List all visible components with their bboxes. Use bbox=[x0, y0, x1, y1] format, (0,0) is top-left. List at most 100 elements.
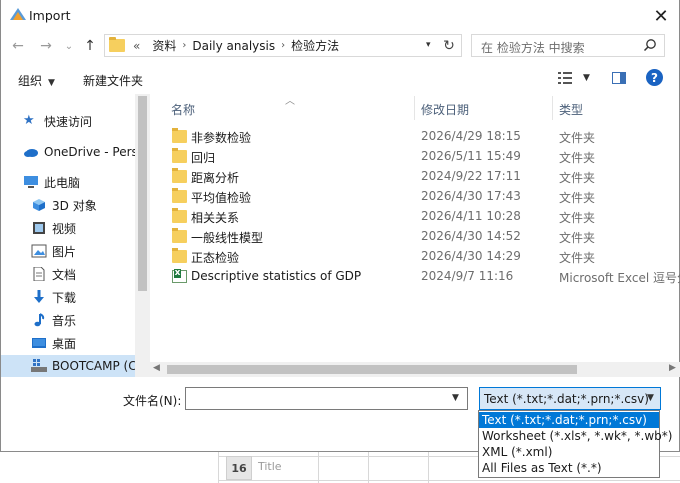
file-name: Descriptive statistics of GDP bbox=[191, 269, 362, 283]
file-name: 非参数检验 bbox=[191, 131, 252, 145]
file-name: 一般线性模型 bbox=[191, 231, 264, 245]
3d-objects-icon bbox=[33, 199, 45, 211]
file-date: 2026/4/30 14:29 bbox=[421, 249, 521, 263]
column-divider[interactable] bbox=[414, 96, 415, 120]
sidebar-item-label: 下载 bbox=[52, 290, 77, 305]
file-type-option[interactable]: All Files as Text (*.*) bbox=[479, 460, 659, 476]
sidebar-item-label: 此电脑 bbox=[44, 175, 81, 190]
sheet-row-number[interactable]: 16 bbox=[226, 456, 252, 480]
up-button[interactable]: ↑ bbox=[81, 37, 99, 55]
address-dropdown-icon[interactable]: ▾ bbox=[426, 40, 431, 50]
folder-icon bbox=[172, 168, 187, 183]
file-name: 回归 bbox=[191, 151, 216, 165]
sidebar-item-pictures[interactable]: 图片 bbox=[31, 240, 76, 262]
view-dropdown-icon[interactable]: ▼ bbox=[583, 73, 590, 83]
file-type-option[interactable]: Worksheet (*.xls*, *.wk*, *.wb*) bbox=[479, 428, 672, 444]
sidebar-item-label: 视频 bbox=[52, 221, 77, 236]
sidebar-item-label: 文档 bbox=[52, 267, 77, 282]
pictures-icon bbox=[31, 244, 47, 258]
column-divider[interactable] bbox=[552, 96, 553, 120]
sidebar-item-quick-access[interactable]: ★ 快速访问 bbox=[23, 110, 92, 132]
breadcrumb-item[interactable]: 资料 bbox=[152, 37, 176, 54]
column-header-date[interactable]: 修改日期 bbox=[421, 101, 469, 118]
search-box[interactable]: 在 检验方法 中搜索 bbox=[471, 34, 665, 57]
sidebar-item-label: OneDrive - Perso bbox=[44, 145, 146, 159]
sidebar-item-this-pc[interactable]: 此电脑 bbox=[23, 171, 80, 193]
close-icon: ✕ bbox=[653, 5, 669, 27]
sidebar-item-desktop[interactable]: 桌面 bbox=[31, 332, 76, 354]
breadcrumb-overflow[interactable]: « bbox=[133, 39, 140, 53]
file-name: 相关关系 bbox=[191, 211, 240, 225]
filename-input[interactable] bbox=[185, 387, 468, 410]
file-type: Microsoft Excel 逗号分 bbox=[559, 271, 680, 285]
file-date: 2026/4/30 17:43 bbox=[421, 189, 521, 203]
sidebar-item-label: 桌面 bbox=[52, 336, 77, 351]
file-row[interactable]: 正态检验 2026/4/30 14:29 文件夹 bbox=[166, 247, 680, 267]
sidebar-item-label: 音乐 bbox=[52, 313, 77, 328]
sheet-gridline bbox=[218, 480, 680, 481]
up-arrow-icon: ↑ bbox=[84, 38, 96, 54]
sidebar-item-music[interactable]: 音乐 bbox=[31, 309, 76, 331]
sidebar-item-onedrive[interactable]: OneDrive - Perso bbox=[23, 141, 145, 163]
file-row[interactable]: 距离分析 2024/9/22 17:11 文件夹 bbox=[166, 167, 680, 187]
search-input[interactable]: 在 检验方法 中搜索 bbox=[481, 39, 585, 56]
file-type-option[interactable]: Text (*.txt;*.dat;*.prn;*.csv) bbox=[479, 412, 659, 428]
file-type: 文件夹 bbox=[559, 231, 596, 245]
breadcrumb-item[interactable]: Daily analysis bbox=[192, 39, 275, 53]
sort-ascending-icon: ︿ bbox=[285, 96, 295, 107]
sidebar-item-videos[interactable]: 视频 bbox=[31, 217, 76, 239]
preview-pane-icon[interactable] bbox=[612, 72, 626, 84]
dialog-title: Import bbox=[29, 8, 71, 23]
file-row[interactable]: Descriptive statistics of GDP 2024/9/7 1… bbox=[166, 267, 680, 287]
scroll-left-icon[interactable]: ◀ bbox=[153, 363, 160, 373]
sidebar-item-documents[interactable]: 文档 bbox=[31, 263, 76, 285]
file-row[interactable]: 相关关系 2026/4/11 10:28 文件夹 bbox=[166, 207, 680, 227]
file-type-option[interactable]: XML (*.xml) bbox=[479, 444, 659, 460]
quick-access-pin-icon: ★ bbox=[23, 113, 35, 128]
file-type-select[interactable]: Text (*.txt;*.dat;*.prn;*.csv) bbox=[479, 387, 661, 410]
sidebar-item-bootcamp[interactable]: BOOTCAMP (C bbox=[1, 355, 137, 377]
documents-icon bbox=[33, 267, 45, 281]
close-button[interactable]: ✕ bbox=[646, 3, 676, 29]
new-folder-button[interactable]: 新建文件夹 bbox=[83, 72, 143, 89]
breadcrumb-item[interactable]: 检验方法 bbox=[291, 37, 339, 54]
file-row[interactable]: 平均值检验 2026/4/30 17:43 文件夹 bbox=[166, 187, 680, 207]
chevron-right-icon[interactable]: › bbox=[182, 40, 186, 51]
recent-locations-button[interactable]: ⌄ bbox=[60, 37, 78, 55]
address-bar[interactable]: « 资料 › Daily analysis › 检验方法 ▾ bbox=[104, 34, 462, 57]
sidebar-scrollbar-thumb[interactable] bbox=[138, 96, 147, 291]
folder-icon bbox=[172, 228, 187, 243]
file-date: 2024/9/7 11:16 bbox=[421, 269, 514, 283]
back-button[interactable]: ← bbox=[9, 37, 27, 55]
refresh-button[interactable]: ↻ bbox=[439, 36, 459, 55]
this-pc-icon bbox=[24, 176, 38, 188]
drive-icon bbox=[31, 359, 47, 372]
folder-icon bbox=[172, 248, 187, 263]
file-row[interactable]: 非参数检验 2026/4/29 18:15 文件夹 bbox=[166, 127, 680, 147]
horizontal-scrollbar-thumb[interactable] bbox=[167, 365, 577, 374]
sheet-gridline bbox=[368, 452, 369, 483]
chevron-right-icon[interactable]: › bbox=[281, 40, 285, 51]
sheet-gridline bbox=[218, 452, 219, 483]
view-options-icon[interactable] bbox=[558, 72, 572, 84]
organize-menu[interactable]: 组织 ▼ bbox=[18, 72, 55, 89]
folder-icon bbox=[172, 208, 187, 223]
forward-button[interactable]: → bbox=[37, 37, 55, 55]
file-row[interactable]: 回归 2026/5/11 15:49 文件夹 bbox=[166, 147, 680, 167]
column-header-type[interactable]: 类型 bbox=[559, 101, 583, 118]
file-type: 文件夹 bbox=[559, 191, 596, 205]
chevron-down-icon: ▼ bbox=[48, 78, 55, 88]
file-row[interactable]: 一般线性模型 2026/4/30 14:52 文件夹 bbox=[166, 227, 680, 247]
folder-icon bbox=[172, 148, 187, 163]
help-icon[interactable]: ? bbox=[646, 69, 663, 86]
import-dialog: Import ✕ ← → ⌄ ↑ « 资料 › Daily analysis ›… bbox=[0, 0, 680, 452]
chevron-down-icon[interactable]: ▼ bbox=[647, 393, 654, 403]
sidebar-item-3d-objects[interactable]: 3D 对象 bbox=[31, 194, 97, 216]
scroll-right-icon[interactable]: ▶ bbox=[669, 363, 676, 373]
forward-arrow-icon: → bbox=[40, 38, 52, 54]
column-header-name[interactable]: 名称 bbox=[171, 101, 195, 118]
filename-dropdown-icon[interactable]: ▼ bbox=[452, 393, 459, 403]
sidebar-item-downloads[interactable]: 下载 bbox=[31, 286, 76, 308]
sheet-cell-text[interactable]: Title bbox=[258, 460, 282, 473]
search-icon[interactable] bbox=[643, 38, 657, 52]
